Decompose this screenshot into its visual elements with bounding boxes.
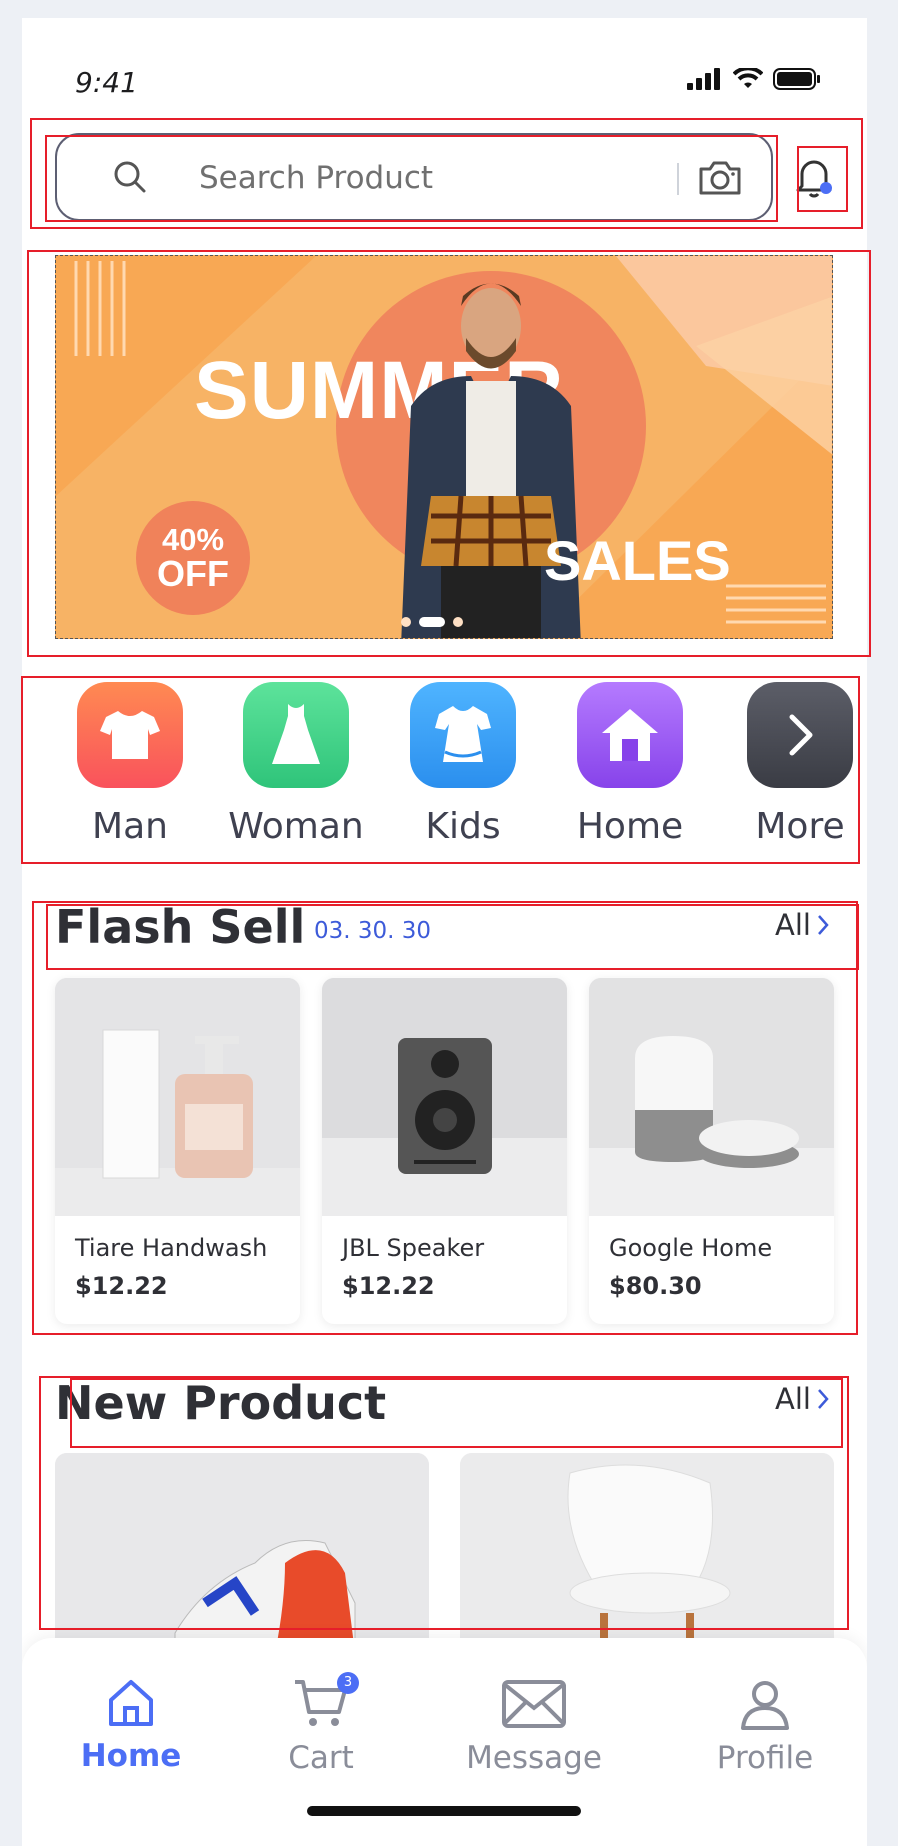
category-label: Home [576, 806, 684, 847]
battery-icon [773, 68, 820, 90]
kids-dress-icon [410, 682, 516, 788]
camera-icon[interactable] [697, 157, 743, 201]
flash-sell-timer: 03. 30. 30 [314, 918, 432, 944]
see-all-label: All [775, 1382, 811, 1416]
user-icon [741, 1681, 789, 1730]
discount-percent: 40% [161, 522, 225, 557]
new-product-title: New Product [55, 1376, 387, 1430]
product-name: Google Home [609, 1234, 773, 1262]
chevron-right-icon [818, 1389, 829, 1409]
dress-icon [243, 682, 349, 788]
search-input[interactable] [197, 155, 641, 201]
category-woman[interactable]: Woman [221, 682, 371, 847]
product-card[interactable]: Tiare Handwash $12.22 [55, 978, 300, 1324]
status-icons [687, 68, 821, 90]
discount-badge: 40% OFF [136, 501, 250, 615]
home-icon [109, 1680, 153, 1726]
nav-label: Cart [288, 1740, 354, 1776]
search-icon [112, 159, 148, 199]
status-time: 9:41 [75, 66, 138, 99]
flash-sell-see-all[interactable]: All [775, 908, 829, 942]
new-product-card[interactable] [55, 1453, 429, 1653]
category-man[interactable]: Man [55, 682, 205, 847]
chevron-right-icon [818, 915, 829, 935]
bell-icon[interactable] [794, 152, 836, 204]
carousel-dot[interactable] [401, 617, 411, 627]
nav-label: Message [466, 1740, 602, 1776]
product-image-sneaker [55, 1453, 429, 1653]
nav-profile[interactable]: Profile [685, 1678, 845, 1776]
search-bar[interactable] [55, 133, 773, 221]
product-image-speaker [322, 978, 567, 1216]
category-row: Man Woman Kids Home More [22, 682, 867, 862]
nav-home[interactable]: Home [51, 1678, 211, 1774]
nav-message[interactable]: Message [454, 1678, 614, 1776]
banner-subtitle: SALES [544, 529, 731, 592]
house-icon [577, 682, 683, 788]
product-card[interactable]: Google Home $80.30 [589, 978, 834, 1324]
home-indicator [307, 1806, 581, 1816]
phone-screen: 9:41 Search Product SUMMER SALES 40% OFF… [22, 18, 867, 1846]
category-label: Woman [228, 806, 364, 847]
product-price: $12.22 [342, 1272, 435, 1300]
nav-label: Home [80, 1738, 182, 1774]
nav-cart[interactable]: 3 Cart [241, 1672, 401, 1776]
tshirt-icon [77, 682, 183, 788]
new-product-see-all[interactable]: All [775, 1382, 829, 1416]
carousel-dot-active[interactable] [419, 617, 445, 627]
search-divider [677, 163, 679, 195]
mail-icon [502, 1680, 566, 1728]
product-image-chair [460, 1453, 834, 1653]
discount-off: OFF [157, 553, 229, 594]
carousel-dots [401, 617, 463, 627]
wifi-icon [733, 68, 763, 88]
product-price: $80.30 [609, 1272, 702, 1300]
category-label: Kids [425, 806, 501, 847]
category-label: Man [92, 806, 168, 847]
product-card[interactable]: JBL Speaker $12.22 [322, 978, 567, 1324]
chevron-right-icon [747, 682, 853, 788]
see-all-label: All [775, 908, 811, 942]
carousel-dot[interactable] [453, 617, 463, 627]
category-home[interactable]: Home [555, 682, 705, 847]
product-image-google-home [589, 978, 834, 1216]
category-label: More [755, 806, 845, 847]
product-image-handwash [55, 978, 300, 1216]
product-price: $12.22 [75, 1272, 168, 1300]
promo-banner[interactable]: SUMMER SALES 40% OFF [55, 255, 833, 639]
signal-icon [687, 68, 720, 90]
new-product-card[interactable] [460, 1453, 834, 1653]
nav-label: Profile [716, 1740, 814, 1776]
category-kids[interactable]: Kids [388, 682, 538, 847]
product-name: Tiare Handwash [75, 1234, 268, 1262]
flash-sell-title: Flash Sell [55, 900, 306, 954]
category-more[interactable]: More [725, 682, 867, 847]
cart-badge: 3 [337, 1672, 359, 1694]
product-name: JBL Speaker [342, 1234, 485, 1262]
